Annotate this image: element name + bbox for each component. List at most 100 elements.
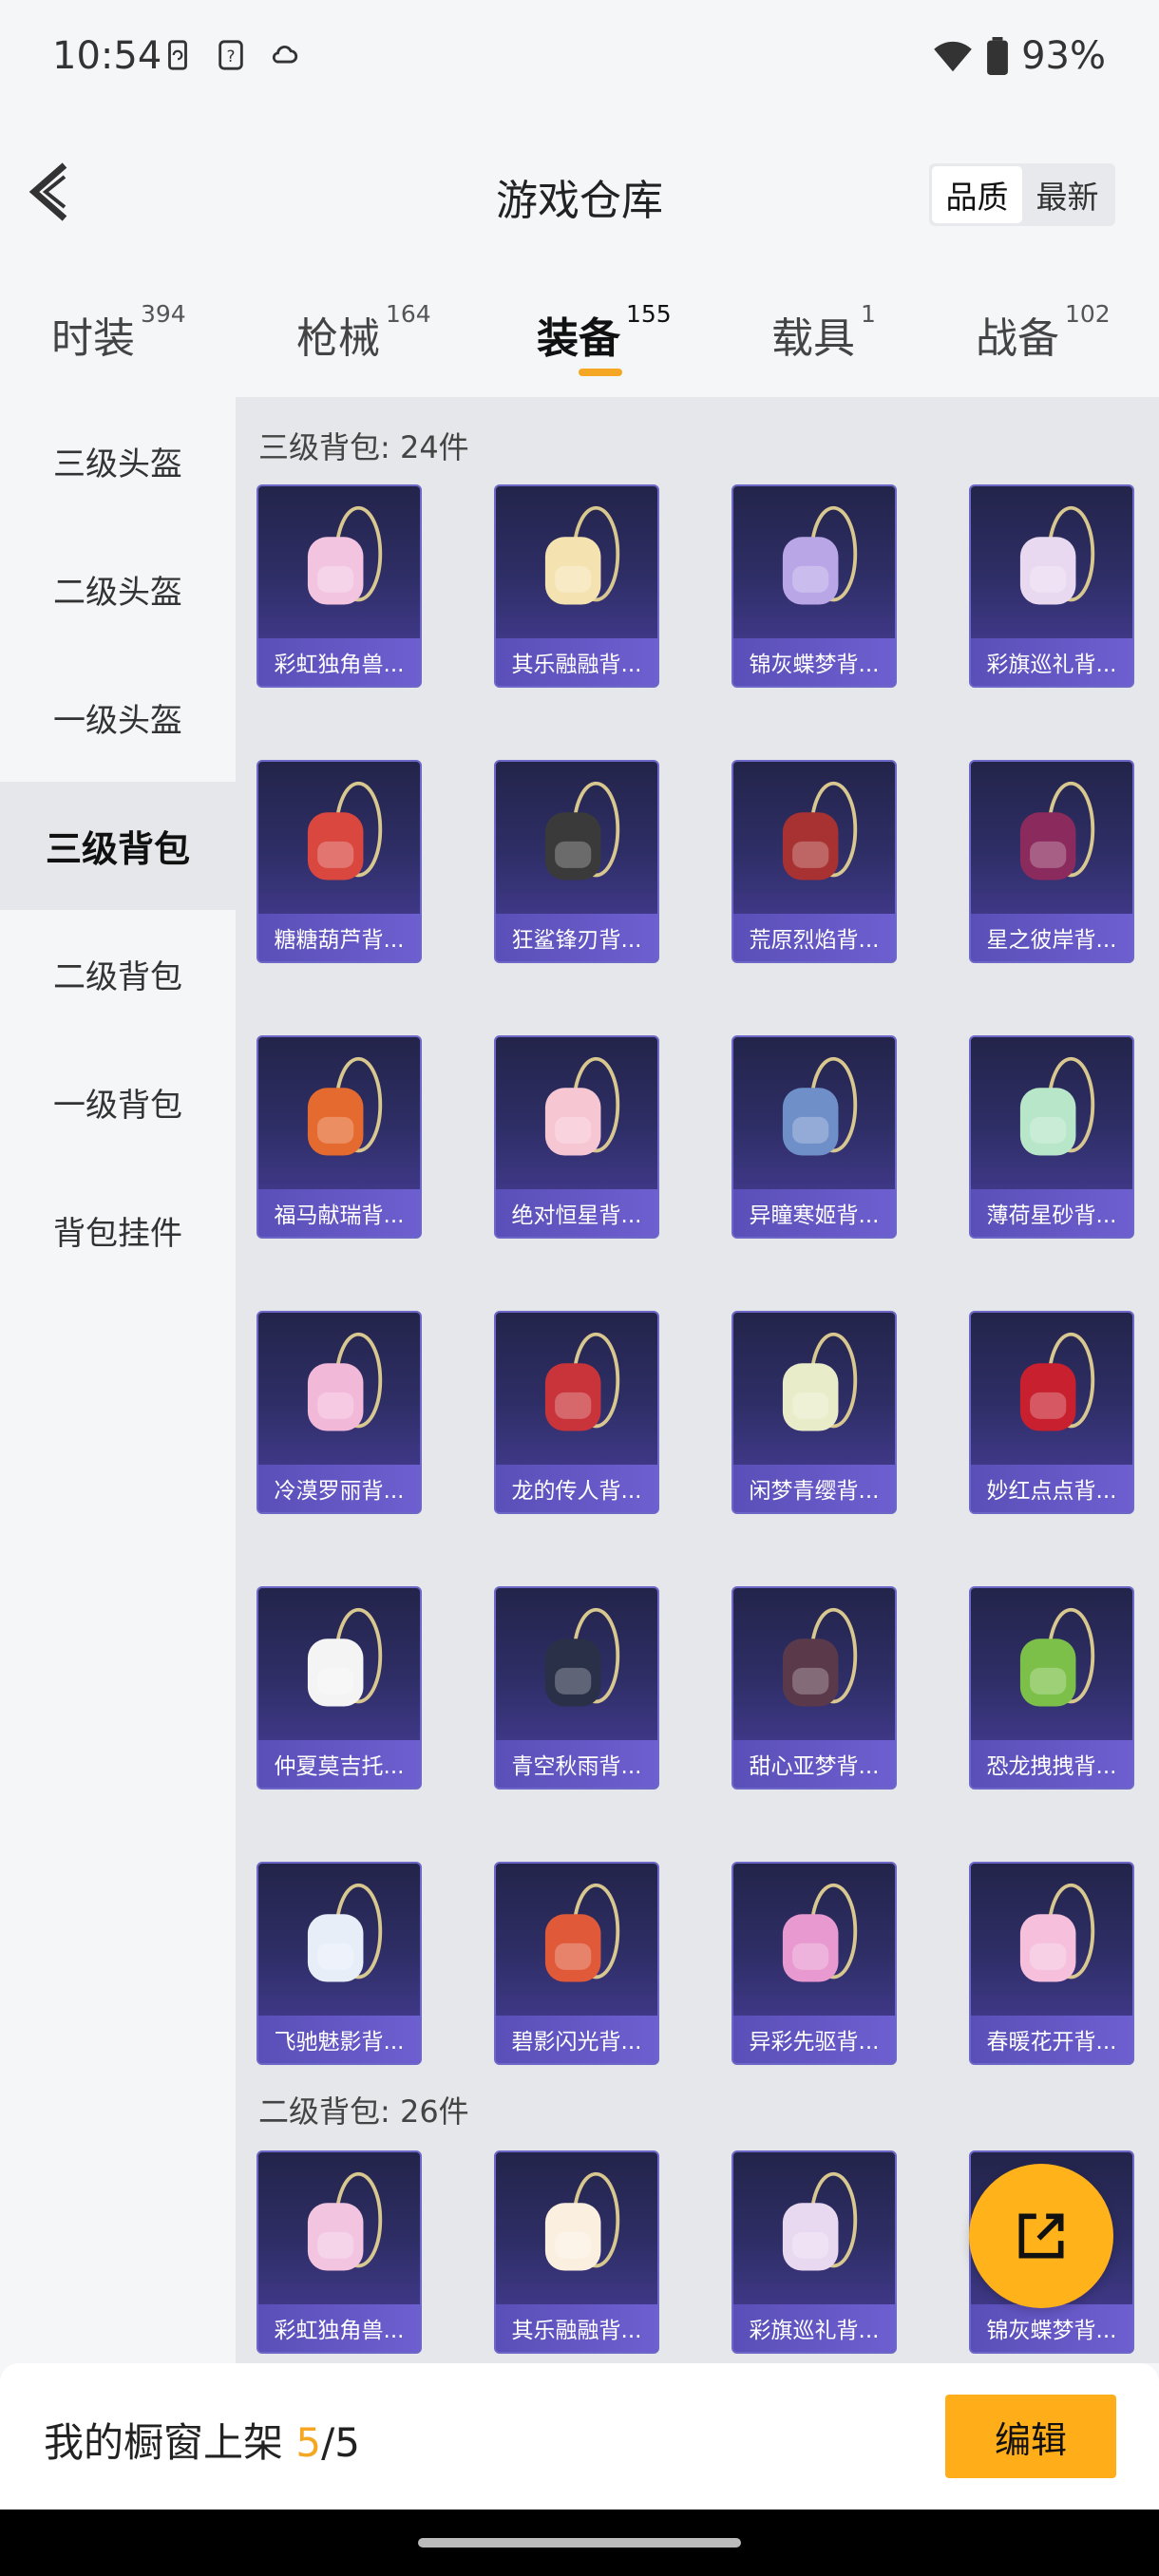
backpack-icon xyxy=(733,486,895,638)
item-name: 彩虹独角兽... xyxy=(258,638,420,686)
item-card[interactable]: 妙红点点背... xyxy=(969,1311,1134,1514)
sort-option-quality[interactable]: 品质 xyxy=(932,166,1022,223)
item-name: 锦灰蝶梦背... xyxy=(971,2304,1132,2352)
backpack-icon xyxy=(971,762,1132,914)
backpack-icon xyxy=(733,1588,895,1740)
question-box-icon: ? xyxy=(218,40,243,70)
status-bar: 10:54 ? 93% xyxy=(0,0,1159,114)
backpack-icon xyxy=(733,2152,895,2304)
backpack-icon xyxy=(496,1313,657,1465)
item-card[interactable]: 福马献瑞背... xyxy=(256,1035,422,1239)
status-time: 10:54 xyxy=(52,34,162,78)
section-title: 二级背包: 26件 xyxy=(258,2093,469,2130)
item-card[interactable]: 春暖花开背... xyxy=(969,1862,1134,2065)
sidebar-item-backpack-1[interactable]: 一级背包 xyxy=(0,1038,236,1166)
item-name: 其乐融融背... xyxy=(496,2304,657,2352)
backpack-icon xyxy=(258,486,420,638)
item-card[interactable]: 其乐融融背... xyxy=(494,2150,659,2354)
tab-count: 102 xyxy=(1065,300,1111,328)
item-name: 薄荷星砂背... xyxy=(971,1189,1132,1237)
item-card[interactable]: 仲夏莫吉托... xyxy=(256,1586,422,1790)
item-card[interactable]: 冷漠罗丽背... xyxy=(256,1311,422,1514)
sidebar-item-backpack-charm[interactable]: 背包挂件 xyxy=(0,1166,236,1295)
share-button[interactable] xyxy=(969,2164,1113,2308)
tab-equipment[interactable]: 装备155 xyxy=(537,300,672,365)
backpack-icon xyxy=(733,762,895,914)
item-card[interactable]: 恐龙拽拽背... xyxy=(969,1586,1134,1790)
battery-icon xyxy=(987,37,1009,75)
item-name: 彩旗巡礼背... xyxy=(971,638,1132,686)
tab-label: 载具 xyxy=(771,314,855,363)
item-name: 闲梦青缨背... xyxy=(733,1465,895,1512)
sidebar-item-backpack-2[interactable]: 二级背包 xyxy=(0,910,236,1038)
backpack-icon xyxy=(258,1588,420,1740)
backpack-icon xyxy=(258,1864,420,2016)
svg-text:?: ? xyxy=(226,47,235,66)
item-card[interactable]: 狂鲨锋刃背... xyxy=(494,760,659,963)
item-card[interactable]: 彩旗巡礼背... xyxy=(732,2150,897,2354)
backpack-icon xyxy=(733,1037,895,1189)
item-card[interactable]: 异彩先驱背... xyxy=(732,1862,897,2065)
tab-count: 155 xyxy=(626,300,672,328)
backpack-icon xyxy=(496,1864,657,2016)
item-card[interactable]: 荒原烈焰背... xyxy=(732,760,897,963)
item-card[interactable]: 锦灰蝶梦背... xyxy=(732,484,897,688)
item-name: 其乐融融背... xyxy=(496,638,657,686)
showcase-current: 5 xyxy=(295,2419,322,2466)
sidebar-item-helmet-1[interactable]: 一级头盔 xyxy=(0,653,236,782)
item-card[interactable]: 糖糖葫芦背... xyxy=(256,760,422,963)
item-card[interactable]: 绝对恒星背... xyxy=(494,1035,659,1239)
sidebar-item-helmet-2[interactable]: 二级头盔 xyxy=(0,525,236,653)
backpack-icon xyxy=(971,1313,1132,1465)
item-card[interactable]: 青空秋雨背... xyxy=(494,1586,659,1790)
tab-weapons[interactable]: 枪械164 xyxy=(296,300,431,365)
tab-supplies[interactable]: 战备102 xyxy=(976,300,1111,365)
home-indicator[interactable] xyxy=(418,2538,741,2548)
item-card[interactable]: 彩虹独角兽... xyxy=(256,2150,422,2354)
item-card[interactable]: 碧影闪光背... xyxy=(494,1862,659,2065)
item-name: 青空秋雨背... xyxy=(496,1740,657,1788)
item-card[interactable]: 薄荷星砂背... xyxy=(969,1035,1134,1239)
sort-option-latest[interactable]: 最新 xyxy=(1022,166,1112,223)
item-name: 星之彼岸背... xyxy=(971,914,1132,961)
item-name: 异彩先驱背... xyxy=(733,2016,895,2063)
backpack-icon xyxy=(258,2152,420,2304)
item-name: 甜心亚梦背... xyxy=(733,1740,895,1788)
tab-vehicles[interactable]: 载具1 xyxy=(771,300,876,365)
item-card[interactable]: 飞驰魅影背... xyxy=(256,1862,422,2065)
tab-count: 1 xyxy=(861,300,876,328)
item-name: 异瞳寒姬背... xyxy=(733,1189,895,1237)
sort-toggle[interactable]: 品质 最新 xyxy=(929,163,1115,226)
backpack-icon xyxy=(258,1313,420,1465)
item-card[interactable]: 彩虹独角兽... xyxy=(256,484,422,688)
item-card[interactable]: 星之彼岸背... xyxy=(969,760,1134,963)
tab-fashion[interactable]: 时装394 xyxy=(51,300,186,365)
item-name: 妙红点点背... xyxy=(971,1465,1132,1512)
sidebar-item-helmet-3[interactable]: 三级头盔 xyxy=(0,397,236,525)
item-name: 狂鲨锋刃背... xyxy=(496,914,657,961)
item-card[interactable]: 异瞳寒姬背... xyxy=(732,1035,897,1239)
item-card[interactable]: 龙的传人背... xyxy=(494,1311,659,1514)
item-name: 彩虹独角兽... xyxy=(258,2304,420,2352)
backpack-icon xyxy=(496,1588,657,1740)
battery-percent: 93% xyxy=(1021,34,1106,78)
edit-button[interactable]: 编辑 xyxy=(945,2395,1116,2478)
backpack-icon xyxy=(971,1037,1132,1189)
backpack-icon xyxy=(971,486,1132,638)
showcase-status: 我的橱窗上架 5/5 xyxy=(44,2411,360,2469)
item-name: 飞驰魅影背... xyxy=(258,2016,420,2063)
item-name: 彩旗巡礼背... xyxy=(733,2304,895,2352)
wifi-icon xyxy=(934,41,972,72)
tab-label: 枪械 xyxy=(296,314,380,363)
item-name: 福马献瑞背... xyxy=(258,1189,420,1237)
showcase-total: /5 xyxy=(321,2419,360,2466)
item-card[interactable]: 彩旗巡礼背... xyxy=(969,484,1134,688)
sidebar: 三级头盔 二级头盔 一级头盔 三级背包 二级背包 一级背包 背包挂件 xyxy=(0,397,236,2363)
sidebar-item-backpack-3[interactable]: 三级背包 xyxy=(0,782,236,910)
item-card[interactable]: 甜心亚梦背... xyxy=(732,1586,897,1790)
item-card[interactable]: 其乐融融背... xyxy=(494,484,659,688)
item-name: 冷漠罗丽背... xyxy=(258,1465,420,1512)
item-card[interactable]: 闲梦青缨背... xyxy=(732,1311,897,1514)
item-grid: 三级背包: 24件 二级背包: 26件 彩虹独角兽... 其乐融融背... 锦灰蝶梦… xyxy=(236,397,1159,2363)
backpack-icon xyxy=(496,1037,657,1189)
